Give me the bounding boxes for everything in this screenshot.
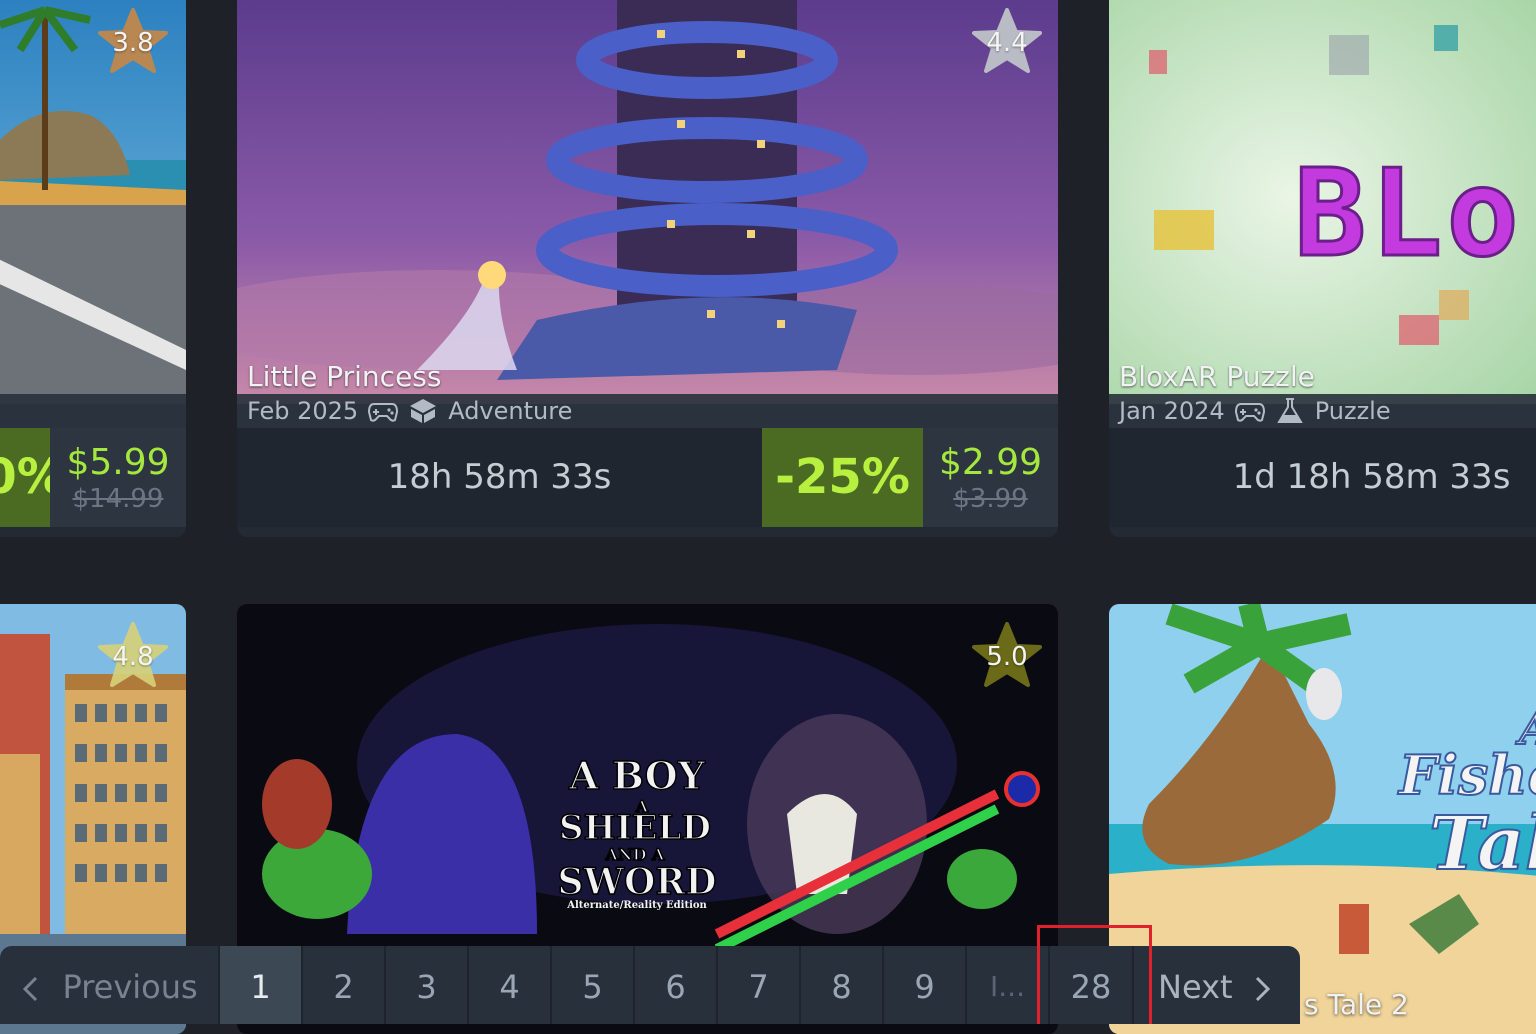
game-cover-image: [237, 0, 1058, 404]
price-block: $5.99 $14.99: [50, 428, 186, 527]
rating-value: 4.8: [112, 642, 154, 672]
page-ellipsis: I...: [967, 946, 1050, 1024]
page-button-7[interactable]: 7: [718, 946, 801, 1024]
bloxar-logo-text: BLo: [1294, 145, 1523, 284]
sale-timer: 18h 58m 33s: [387, 457, 612, 497]
next-page-button[interactable]: Next: [1134, 946, 1300, 1024]
cover-subtitle: Alternate/Reality Edition: [566, 900, 707, 911]
rating-star-badge: 4.8: [98, 622, 168, 688]
sale-timer: 1d 18h 58m 33s: [1232, 457, 1511, 497]
price-row: 1d 18h 58m 33s: [1109, 428, 1536, 527]
gamepad-icon: [1234, 403, 1265, 422]
sale-price: $2.99: [938, 442, 1043, 483]
page-button-8[interactable]: 8: [801, 946, 884, 1024]
page-button-28[interactable]: 28: [1050, 946, 1134, 1024]
game-card-little-princess[interactable]: 4.4 Little Princess Feb 2025 Adventure 1…: [237, 0, 1058, 537]
game-title: Little Princess: [247, 360, 442, 393]
previous-page-button[interactable]: Previous: [0, 946, 220, 1024]
game-title-fragment: s Tale 2: [1304, 988, 1409, 1021]
cover-title-line: Fisherm: [1397, 743, 1536, 807]
rating-value: 5.0: [986, 642, 1028, 672]
price-row: -60% $5.99 $14.99: [0, 428, 186, 527]
rating-star-badge: 3.8: [98, 8, 168, 74]
page-button-4[interactable]: 4: [469, 946, 552, 1024]
flask-icon: [1276, 398, 1303, 423]
game-title: BloxAR Puzzle: [1119, 360, 1315, 393]
release-date: Feb 2025: [247, 397, 359, 425]
release-date: Jan 2024: [1119, 397, 1225, 425]
original-price: $14.99: [72, 484, 164, 514]
pagination-bar: Previous 1 2 3 4 5 6 7 8 9 I... 28 Next: [0, 946, 1300, 1024]
cover-title-line: Tale: [1429, 801, 1536, 887]
adventure-genre-icon: [410, 399, 437, 423]
game-meta: Jan 2024 Puzzle: [1119, 397, 1391, 425]
genre-label: Adventure: [448, 397, 573, 425]
game-cover-image: BLo: [1109, 0, 1536, 404]
page-button-1[interactable]: 1: [220, 946, 303, 1024]
sale-price: $5.99: [66, 442, 170, 483]
next-label: Next: [1158, 968, 1233, 1006]
rating-value: 4.4: [986, 28, 1028, 58]
page-button-5[interactable]: 5: [552, 946, 635, 1024]
previous-label: Previous: [62, 968, 198, 1006]
original-price: $3.99: [953, 484, 1028, 514]
discount-badge: -25%: [762, 428, 923, 527]
gamepad-icon: [368, 403, 399, 422]
rating-star-badge: 5.0: [972, 622, 1042, 688]
price-block: $2.99 $3.99: [923, 428, 1058, 527]
game-card-left-top[interactable]: 3.8 -60% $5.99 $14.99: [0, 0, 186, 537]
genre-label: Puzzle: [1314, 397, 1391, 425]
chevron-right-icon: [1255, 976, 1270, 1002]
cover-title-line: SHIELD: [559, 808, 711, 848]
discount-badge: -60%: [0, 428, 65, 527]
page-button-2[interactable]: 2: [303, 946, 386, 1024]
price-row: 18h 58m 33s -25% $2.99 $3.99: [237, 428, 1058, 527]
page-button-9[interactable]: 9: [884, 946, 967, 1024]
game-card-bloxar-puzzle[interactable]: BLo BloxAR Puzzle Jan 2024 Puzzle 1d 18h…: [1109, 0, 1536, 537]
game-meta: Feb 2025 Adventure: [247, 397, 572, 425]
chevron-left-icon: [23, 976, 38, 1002]
caption-bar: [0, 394, 186, 428]
cover-title-line: A BOY: [568, 753, 706, 798]
page-button-3[interactable]: 3: [386, 946, 469, 1024]
cover-title-line: SWORD: [558, 861, 717, 903]
rating-value: 3.8: [112, 28, 154, 58]
page-button-6[interactable]: 6: [635, 946, 718, 1024]
rating-star-badge: 4.4: [972, 8, 1042, 74]
